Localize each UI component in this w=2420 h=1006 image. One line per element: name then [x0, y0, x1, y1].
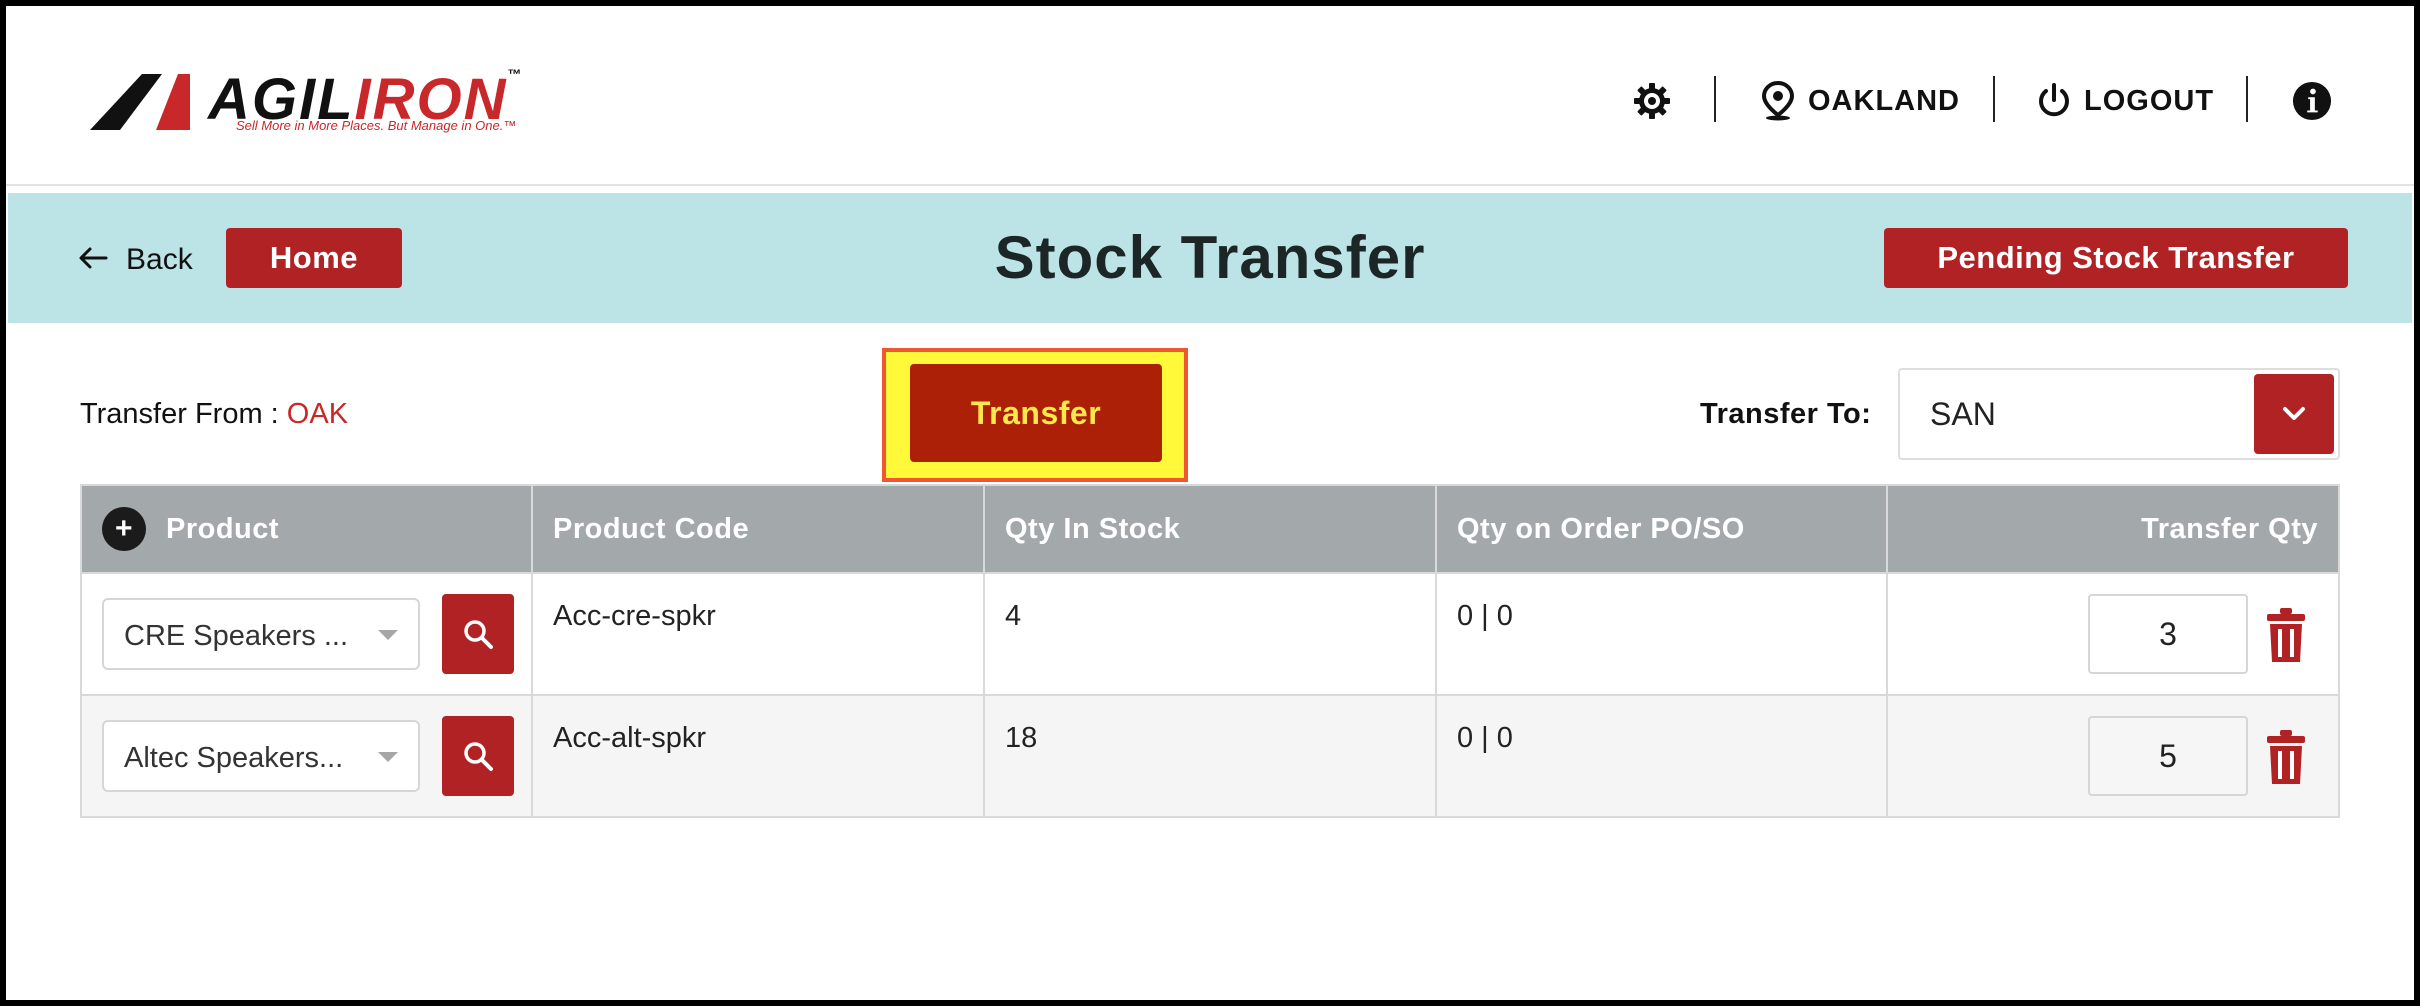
stock-transfer-table: + Product Product Code Qty In Stock Qty …: [80, 484, 2340, 818]
product-select-value: CRE Speakers ...: [124, 620, 349, 652]
transfer-qty-cell: 5: [1888, 696, 2338, 816]
toolbar-divider: [1714, 76, 1716, 122]
product-code-cell: Acc-alt-spkr: [533, 696, 985, 816]
table-row: CRE Speakers ... Acc-cre-spkr 4 0 | 0 3: [82, 572, 2338, 694]
logout-button[interactable]: LOGOUT: [2034, 74, 2214, 128]
qty-on-order-cell: 0 | 0: [1437, 696, 1888, 816]
table-row: Altec Speakers... Acc-alt-spkr 18 0 | 0 …: [82, 694, 2338, 816]
table-header: + Product Product Code Qty In Stock Qty …: [82, 486, 2338, 572]
logo-mark-icon: [90, 74, 190, 130]
agiliron-logo[interactable]: AGILIRON™ Sell More in More Places. But …: [90, 66, 560, 140]
trash-icon[interactable]: [2266, 726, 2306, 786]
toolbar-divider: [2246, 76, 2248, 122]
transfer-from-value: OAK: [286, 398, 349, 430]
info-button[interactable]: [2292, 74, 2332, 128]
settings-button[interactable]: [1632, 74, 1672, 128]
transfer-qty-cell: 3: [1888, 574, 2338, 694]
location-label: OAKLAND: [1808, 84, 1960, 117]
gear-icon: [1632, 81, 1672, 121]
column-header-qty-in-stock: Qty In Stock: [985, 486, 1437, 572]
location-pin-icon: [1758, 81, 1798, 121]
qty-in-stock-cell: 18: [985, 696, 1437, 816]
search-button[interactable]: [442, 716, 514, 796]
product-select[interactable]: Altec Speakers...: [102, 720, 420, 792]
toolbar-divider: [1993, 76, 1995, 122]
transfer-button[interactable]: Transfer: [910, 364, 1162, 462]
column-header-product: + Product: [82, 486, 533, 572]
transfer-to-value: SAN: [1930, 396, 1996, 432]
column-header-qty-on-order: Qty on Order PO/SO: [1437, 486, 1888, 572]
column-header-transfer-qty: Transfer Qty: [2141, 512, 2318, 545]
search-icon: [464, 620, 493, 649]
power-icon: [2034, 81, 2074, 121]
product-code-cell: Acc-cre-spkr: [533, 574, 985, 694]
trash-icon[interactable]: [2266, 604, 2306, 664]
qty-on-order-cell: 0 | 0: [1437, 574, 1888, 694]
search-button[interactable]: [442, 594, 514, 674]
search-icon: [464, 742, 493, 771]
logout-label: LOGOUT: [2084, 84, 2215, 117]
product-select[interactable]: CRE Speakers ...: [102, 598, 420, 670]
transfer-qty-input[interactable]: 5: [2088, 716, 2248, 796]
pending-stock-transfer-button[interactable]: Pending Stock Transfer: [1884, 228, 2348, 288]
transfer-from-label: Transfer From :: [80, 398, 279, 430]
transfer-to-select[interactable]: SAN: [1898, 368, 2340, 460]
info-icon: [2292, 81, 2332, 121]
location-button[interactable]: OAKLAND: [1758, 74, 1960, 128]
product-cell: Altec Speakers...: [82, 696, 533, 816]
qty-in-stock-cell: 4: [985, 574, 1437, 694]
header-divider: [6, 184, 2414, 186]
product-select-value: Altec Speakers...: [124, 742, 344, 774]
plus-icon[interactable]: +: [102, 507, 146, 551]
dropdown-caret-icon: [378, 630, 398, 640]
transfer-from: Transfer From : OAK: [80, 398, 348, 431]
transfer-button-highlight: Transfer: [882, 348, 1188, 482]
column-header-product-code: Product Code: [533, 486, 985, 572]
logo-tagline: Sell More in More Places. But Manage in …: [236, 118, 517, 133]
transfer-qty-input[interactable]: 3: [2088, 594, 2248, 674]
dropdown-caret-icon: [378, 752, 398, 762]
title-band: Back Home Stock Transfer Pending Stock T…: [8, 193, 2412, 323]
top-bar: AGILIRON™ Sell More in More Places. But …: [6, 6, 2414, 186]
transfer-to-label: Transfer To:: [1700, 398, 1872, 430]
product-cell: CRE Speakers ...: [82, 574, 533, 694]
chevron-down-icon[interactable]: [2254, 374, 2334, 454]
